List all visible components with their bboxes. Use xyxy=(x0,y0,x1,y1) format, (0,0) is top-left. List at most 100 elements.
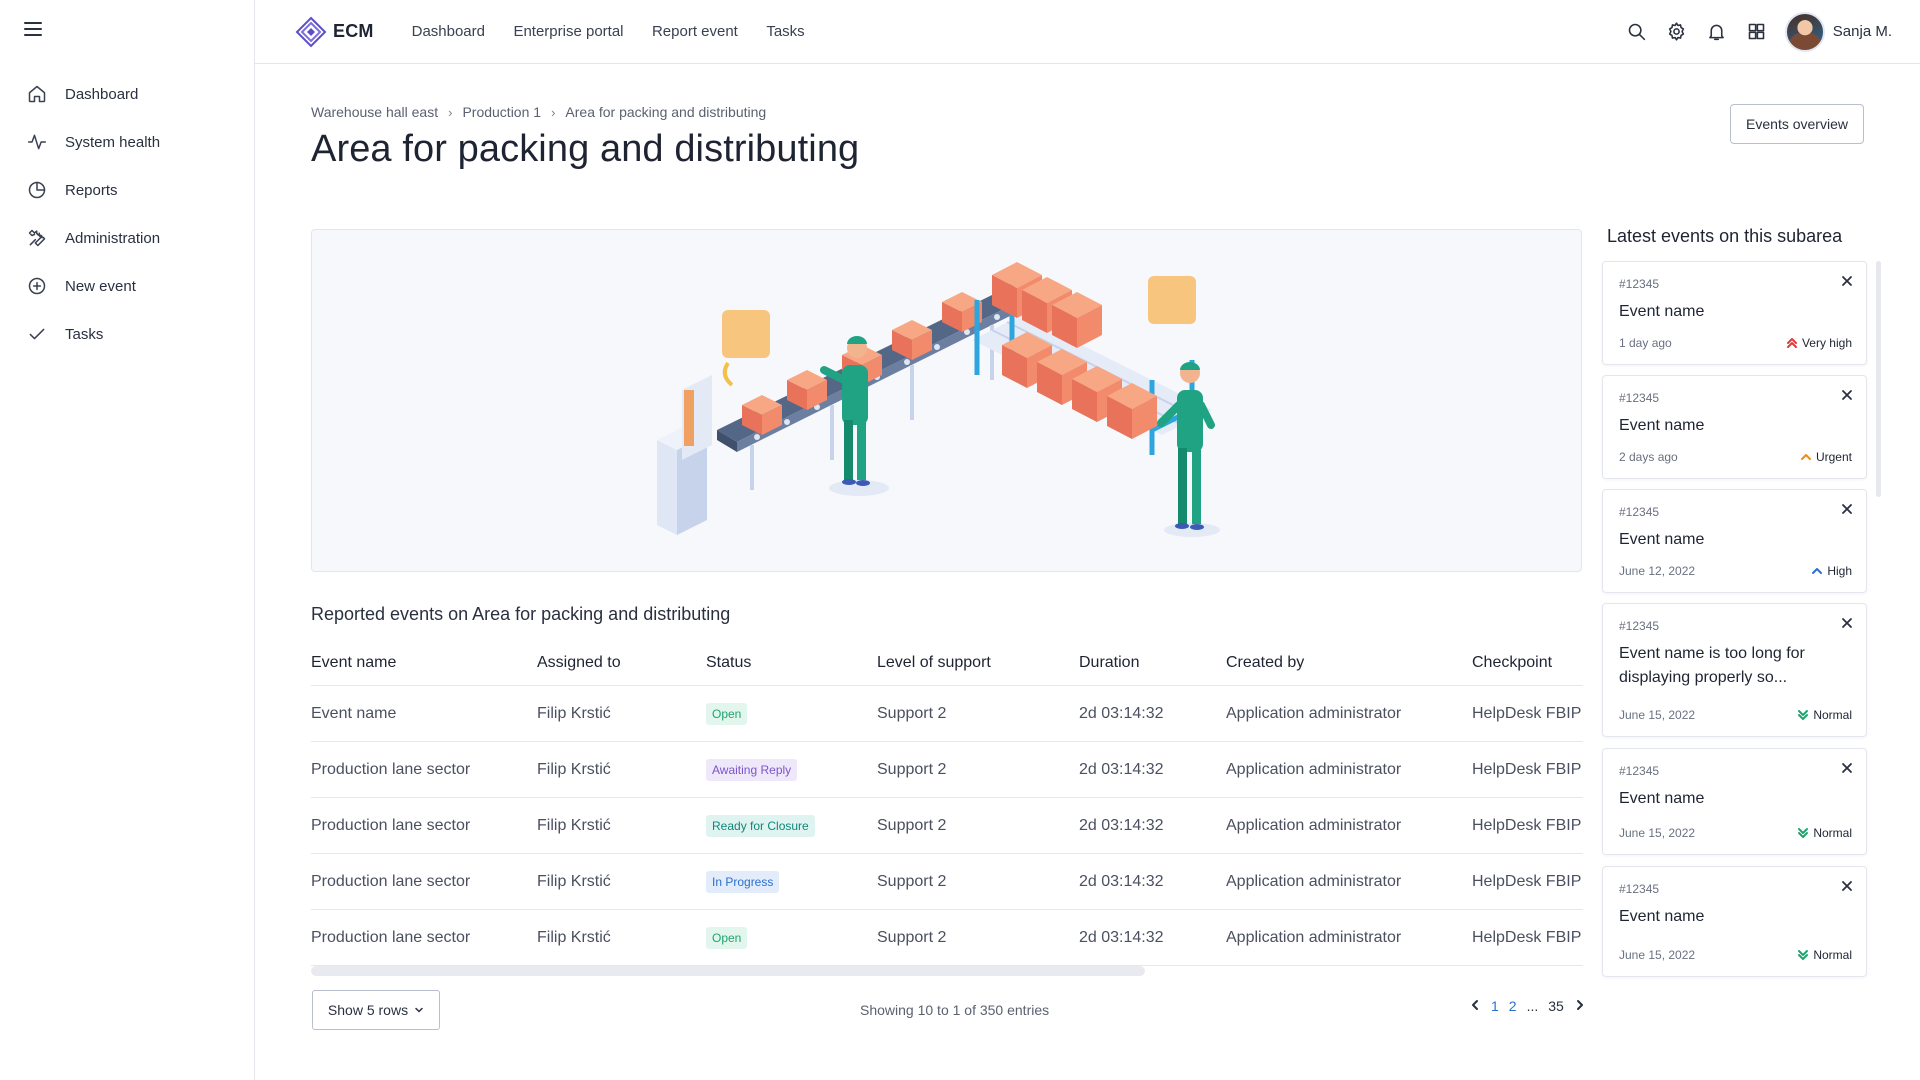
cell-support: Support 2 xyxy=(877,872,947,890)
event-date: June 15, 2022 xyxy=(1619,708,1696,722)
entries-info: Showing 10 to 1 of 350 entries xyxy=(860,1002,1050,1018)
chevron-left-icon[interactable] xyxy=(1469,998,1481,1014)
top-nav-dashboard[interactable]: Dashboard xyxy=(412,23,485,40)
event-card[interactable]: #12345 Event name June 15, 2022 Normal xyxy=(1602,748,1867,855)
cell-support: Support 2 xyxy=(877,816,947,834)
app-logo[interactable]: ECM xyxy=(295,16,374,48)
close-icon[interactable] xyxy=(1840,274,1854,288)
cell-support: Support 2 xyxy=(877,760,947,778)
cell-event-name: Production lane sector xyxy=(311,872,471,890)
sidebar-item-label: Reports xyxy=(65,181,118,199)
table-row[interactable]: Production lane sector Filip Krstić Read… xyxy=(311,798,1583,854)
cell-created-by: Application administrator xyxy=(1226,816,1402,834)
top-nav-report-event[interactable]: Report event xyxy=(652,23,738,40)
event-name: Event name xyxy=(1619,908,1705,925)
breadcrumb-item[interactable]: Production 1 xyxy=(462,104,541,120)
close-icon[interactable] xyxy=(1840,388,1854,402)
chevron-right-icon[interactable] xyxy=(1574,998,1586,1014)
latest-events-title: Latest events on this subarea xyxy=(1607,226,1843,246)
top-bar: ECM Dashboard Enterprise portal Report e… xyxy=(255,0,1920,64)
chevron-right-icon: › xyxy=(448,104,453,120)
column-header[interactable]: Duration xyxy=(1079,654,1226,672)
sidebar-item-administration[interactable]: Administration xyxy=(0,214,254,262)
event-card[interactable]: #12345 Event name is too long for displa… xyxy=(1602,603,1867,737)
close-icon[interactable] xyxy=(1840,879,1854,893)
chevron-up-icon xyxy=(1800,454,1811,460)
event-card[interactable]: #12345 Event name June 12, 2022 High xyxy=(1602,489,1867,593)
top-nav-enterprise-portal[interactable]: Enterprise portal xyxy=(513,23,623,40)
column-header[interactable]: Checkpoint xyxy=(1472,654,1583,672)
page-ellipsis: ... xyxy=(1526,998,1539,1014)
cell-status: In Progress xyxy=(706,870,877,893)
status-badge: Open xyxy=(706,926,748,949)
bell-icon[interactable] xyxy=(1697,12,1737,52)
sidebar-item-dashboard[interactable]: Dashboard xyxy=(0,70,254,118)
hamburger-menu-icon[interactable] xyxy=(24,22,42,38)
rows-per-page-select[interactable]: Show 5 rows xyxy=(312,990,440,1030)
breadcrumb-item[interactable]: Warehouse hall east xyxy=(311,104,438,120)
column-header[interactable]: Level of support xyxy=(877,654,1079,672)
priority-indicator: Normal xyxy=(1797,948,1852,962)
cell-checkpoint: HelpDesk FBIP xyxy=(1472,816,1582,834)
rows-select-label: Show 5 rows xyxy=(327,1002,409,1018)
event-id: #12345 xyxy=(1619,764,1660,778)
chevron-right-icon: › xyxy=(551,104,556,120)
table-row[interactable]: Production lane sector Filip Krstić In P… xyxy=(311,854,1583,910)
priority-label: Normal xyxy=(1813,826,1852,840)
priority-indicator: Very high xyxy=(1786,336,1852,350)
sidebar-item-label: Administration xyxy=(65,229,161,247)
scrollbar-thumb[interactable] xyxy=(311,966,1145,976)
status-badge: Awaiting Reply xyxy=(706,758,798,781)
horizontal-scrollbar[interactable] xyxy=(311,966,1583,976)
gear-icon[interactable] xyxy=(1657,12,1697,52)
cell-assigned-to: Filip Krstić xyxy=(537,704,611,722)
sidebar-item-label: New event xyxy=(65,277,136,295)
sidebar-item-system-health[interactable]: System health xyxy=(0,118,254,166)
breadcrumb: Warehouse hall east › Production 1 › Are… xyxy=(311,104,766,120)
table-row[interactable]: Production lane sector Filip Krstić Awai… xyxy=(311,742,1583,798)
priority-indicator: Normal xyxy=(1797,826,1852,840)
table-row[interactable]: Event name Filip Krstić Open Support 2 2… xyxy=(311,686,1583,742)
cell-assigned-to: Filip Krstić xyxy=(537,872,611,890)
cell-checkpoint: HelpDesk FBIP xyxy=(1472,704,1582,722)
column-header[interactable]: Event name xyxy=(311,654,537,672)
event-id: #12345 xyxy=(1619,505,1660,519)
packing-area-illustration xyxy=(311,229,1582,572)
sidebar: Dashboard System health Reports Administ… xyxy=(0,0,255,1080)
priority-indicator: Normal xyxy=(1797,708,1852,722)
cell-checkpoint: HelpDesk FBIP xyxy=(1472,872,1582,890)
avatar[interactable] xyxy=(1784,11,1825,52)
panel-scrollbar[interactable] xyxy=(1876,261,1881,497)
event-name: Event name xyxy=(1619,531,1705,548)
sidebar-nav: Dashboard System health Reports Administ… xyxy=(0,70,254,358)
close-icon[interactable] xyxy=(1840,502,1854,516)
events-overview-button[interactable]: Events overview xyxy=(1730,104,1864,144)
status-badge: Open xyxy=(706,702,748,725)
column-header[interactable]: Created by xyxy=(1226,654,1472,672)
search-icon[interactable] xyxy=(1617,12,1657,52)
page-link[interactable]: 35 xyxy=(1548,998,1564,1014)
cell-event-name: Production lane sector xyxy=(311,760,471,778)
event-card[interactable]: #12345 Event name 1 day ago Very high xyxy=(1602,261,1867,365)
event-card[interactable]: #12345 Event name 2 days ago Urgent xyxy=(1602,375,1867,479)
grid-icon[interactable] xyxy=(1737,12,1777,52)
page-link[interactable]: 2 xyxy=(1509,998,1517,1014)
event-date: 2 days ago xyxy=(1619,450,1678,464)
user-name[interactable]: Sanja M. xyxy=(1833,23,1892,40)
cell-assigned-to: Filip Krstić xyxy=(537,760,611,778)
close-icon[interactable] xyxy=(1840,616,1854,630)
page-link[interactable]: 1 xyxy=(1491,998,1499,1014)
cell-created-by: Application administrator xyxy=(1226,928,1402,946)
event-card[interactable]: #12345 Event name June 15, 2022 Normal xyxy=(1602,866,1867,977)
column-header[interactable]: Status xyxy=(706,654,877,672)
sidebar-item-tasks[interactable]: Tasks xyxy=(0,310,254,358)
close-icon[interactable] xyxy=(1840,761,1854,775)
sidebar-item-new-event[interactable]: New event xyxy=(0,262,254,310)
column-header[interactable]: Assigned to xyxy=(537,654,706,672)
table-row[interactable]: Production lane sector Filip Krstić Open… xyxy=(311,910,1583,966)
event-name: Event name is too long for displaying pr… xyxy=(1619,645,1805,686)
sidebar-item-reports[interactable]: Reports xyxy=(0,166,254,214)
top-nav-tasks[interactable]: Tasks xyxy=(766,23,804,40)
cell-duration: 2d 03:14:32 xyxy=(1079,928,1164,946)
chevron-down-icon xyxy=(415,1007,423,1013)
